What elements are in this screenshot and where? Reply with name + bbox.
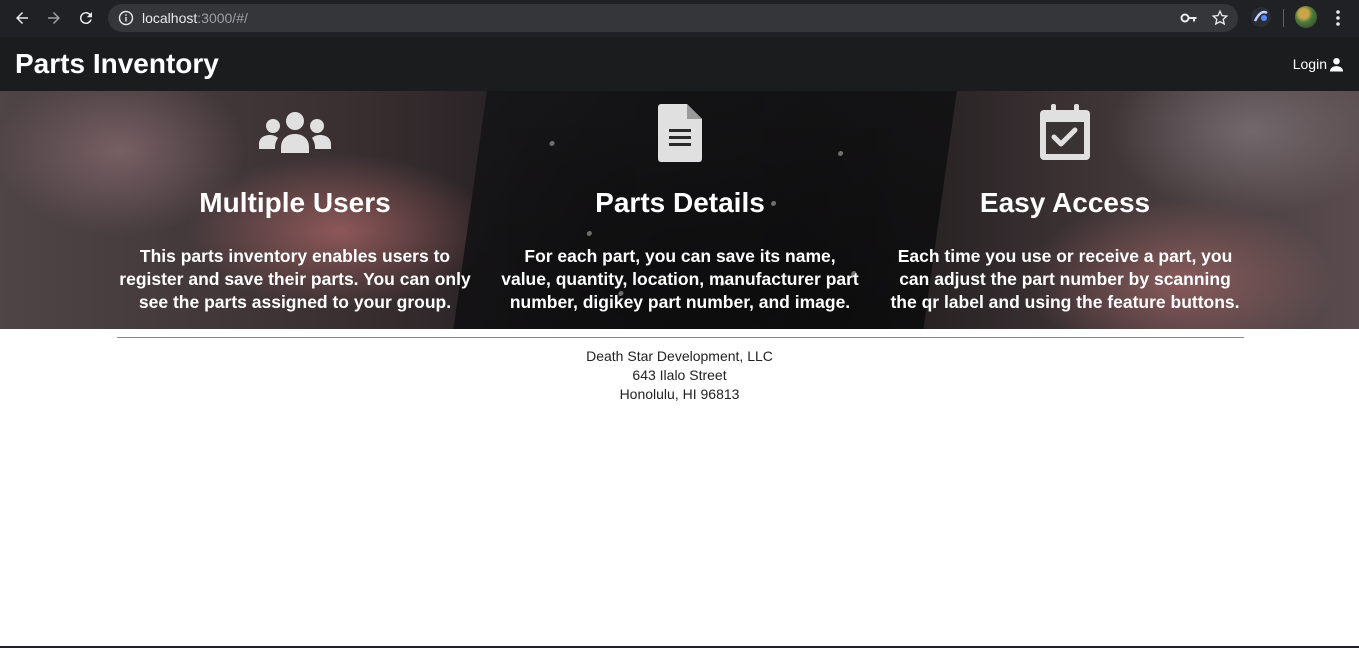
url-host: localhost [142, 10, 198, 26]
bookmark-star-icon[interactable] [1211, 9, 1229, 27]
forward-button[interactable] [42, 7, 66, 29]
feature-description: For each part, you can save its name, va… [501, 246, 859, 312]
arrow-right-icon [48, 12, 60, 24]
login-link[interactable]: Login [1293, 56, 1344, 72]
back-button[interactable] [10, 7, 34, 29]
brand-title[interactable]: Parts Inventory [15, 48, 219, 80]
feature-parts-details: Parts Details For each part, you can sav… [500, 91, 860, 312]
footer-company: Death Star Development, LLC [586, 348, 773, 364]
address-bar[interactable]: localhost:3000/#/ [108, 4, 1238, 32]
toolbar-separator [1283, 9, 1284, 27]
footer-street: 643 Ilalo Street [632, 367, 727, 383]
extension-icon[interactable] [1251, 7, 1271, 27]
reload-button[interactable] [74, 7, 98, 29]
footer-divider [117, 337, 1244, 338]
browser-toolbar: localhost:3000/#/ [0, 0, 1359, 37]
feature-description: Each time you use or receive a part, you… [890, 246, 1240, 312]
feature-title: Multiple Users [199, 187, 391, 218]
app-navbar: Parts Inventory Login [0, 37, 1359, 91]
user-icon [1329, 57, 1344, 72]
menu-kebab-icon[interactable] [1330, 8, 1346, 28]
url-text: localhost:3000/#/ [142, 10, 248, 26]
calendar-check-icon [1040, 104, 1090, 160]
info-icon[interactable] [118, 10, 134, 26]
url-path: :3000/#/ [197, 10, 248, 26]
reload-icon [79, 12, 92, 25]
file-text-icon [658, 104, 702, 162]
feature-title: Easy Access [979, 187, 1151, 218]
login-label: Login [1292, 56, 1327, 72]
arrow-left-icon [16, 12, 28, 24]
page-content: Death Star Development, LLC 643 Ilalo St… [0, 329, 1359, 646]
key-icon[interactable] [1180, 10, 1198, 26]
feature-easy-access: Easy Access Each time you use or receive… [885, 91, 1245, 312]
hero-banner: Multiple Users This parts inventory enab… [0, 91, 1359, 329]
feature-multiple-users: Multiple Users This parts inventory enab… [115, 91, 475, 312]
footer-city: Honolulu, HI 96813 [619, 386, 740, 402]
users-icon [259, 112, 331, 153]
feature-title: Parts Details [595, 187, 765, 218]
footer-address: Death Star Development, LLC 643 Ilalo St… [0, 347, 1359, 404]
extension-logo-icon [1253, 10, 1268, 22]
feature-description: This parts inventory enables users to re… [119, 246, 471, 312]
profile-avatar[interactable] [1295, 6, 1317, 28]
